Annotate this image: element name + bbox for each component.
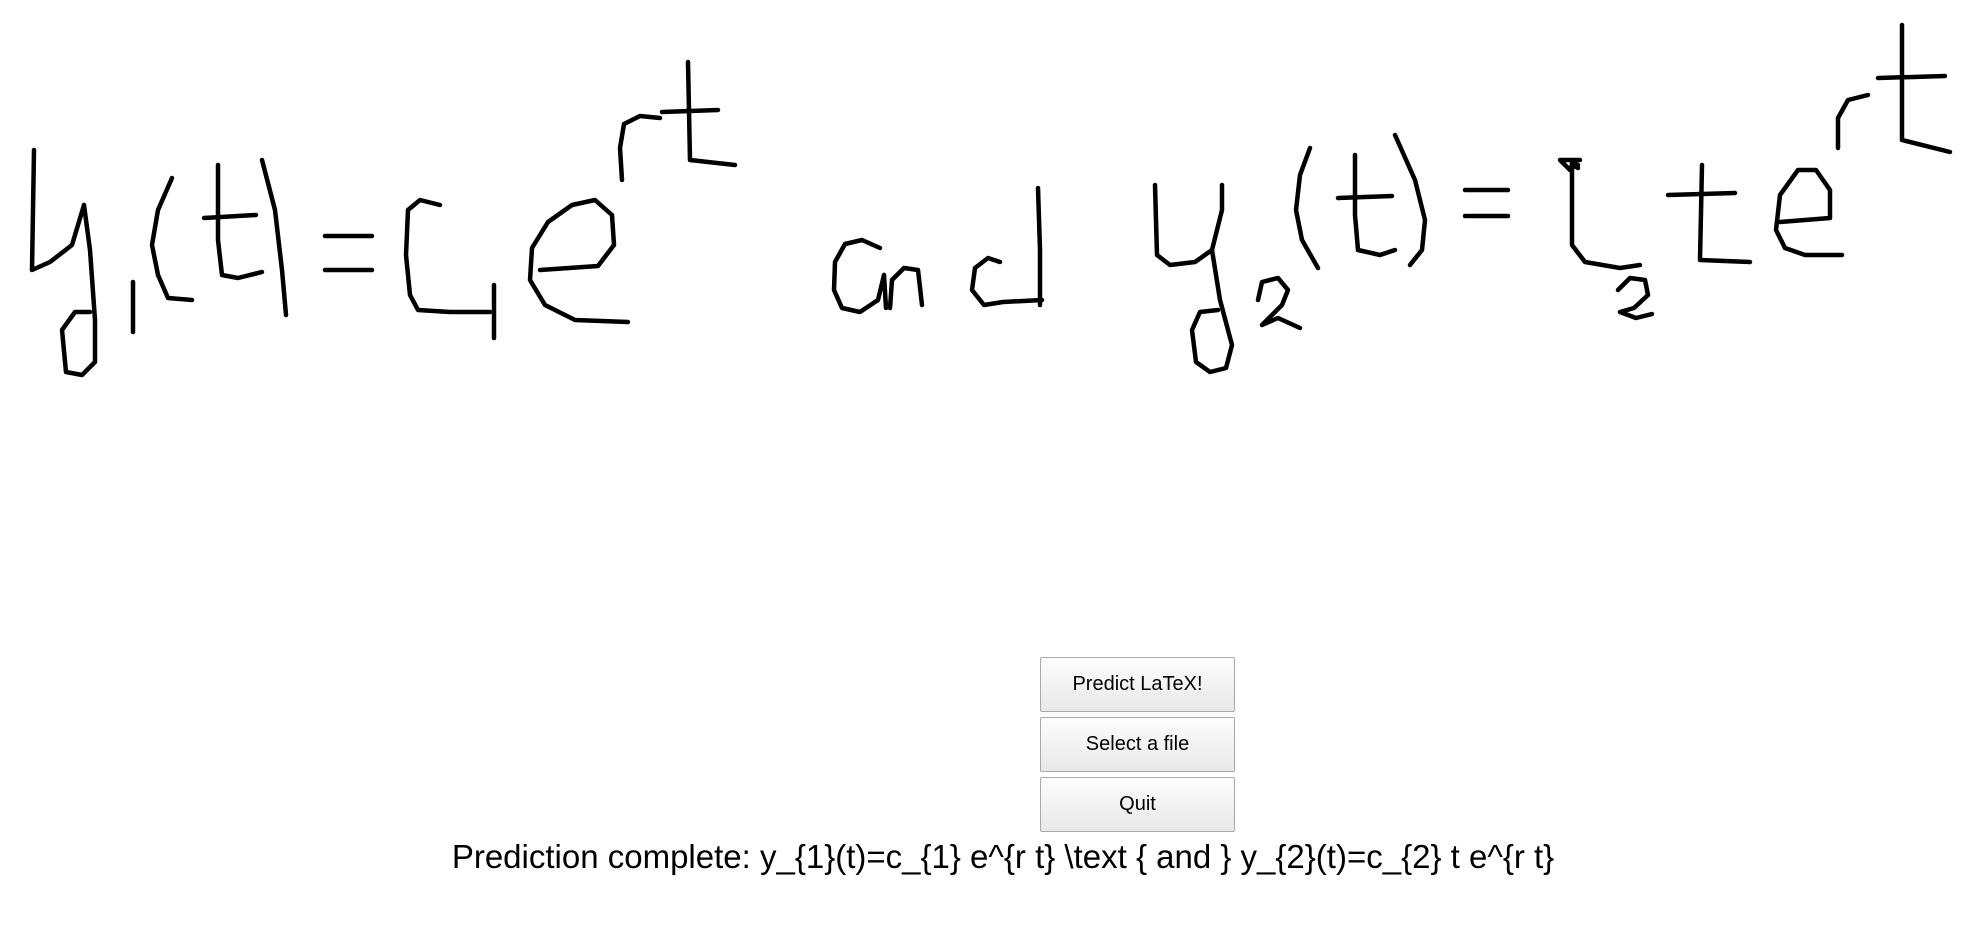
prediction-status-text: Prediction complete: y_{1}(t)=c_{1} e^{r… bbox=[451, 838, 1555, 875]
stroke-equals-1 bbox=[322, 233, 375, 273]
handwriting-strokes bbox=[29, 22, 1953, 378]
stroke-t-2 bbox=[1335, 152, 1398, 258]
stroke-and bbox=[831, 185, 1045, 315]
stroke-c1 bbox=[403, 197, 497, 341]
stroke-e-1 bbox=[527, 197, 631, 325]
app-window: Predict LaTeX! Select a file Quit Predic… bbox=[0, 0, 1980, 948]
stroke-t-1 bbox=[201, 162, 265, 281]
stroke-equals-2 bbox=[1462, 187, 1511, 219]
stroke-r-2 bbox=[1835, 92, 1871, 151]
stroke-y1 bbox=[29, 147, 136, 378]
stroke-paren-open-2 bbox=[1293, 145, 1321, 271]
stroke-paren-close-1 bbox=[259, 157, 289, 318]
stroke-paren-open-1 bbox=[149, 175, 195, 303]
stroke-paren-close-2 bbox=[1392, 132, 1428, 268]
stroke-e-2 bbox=[1773, 167, 1845, 258]
stroke-t-3 bbox=[1665, 162, 1753, 265]
select-file-button[interactable]: Select a file bbox=[1040, 717, 1235, 772]
stroke-t-1-super bbox=[659, 59, 738, 168]
drawing-canvas[interactable] bbox=[0, 0, 1980, 640]
stroke-r-1 bbox=[617, 113, 663, 183]
stroke-c2 bbox=[1557, 157, 1655, 321]
predict-latex-button[interactable]: Predict LaTeX! bbox=[1040, 657, 1235, 712]
quit-button[interactable]: Quit bbox=[1040, 777, 1235, 832]
stroke-t-2-super bbox=[1875, 22, 1953, 155]
stroke-y2 bbox=[1152, 182, 1303, 375]
